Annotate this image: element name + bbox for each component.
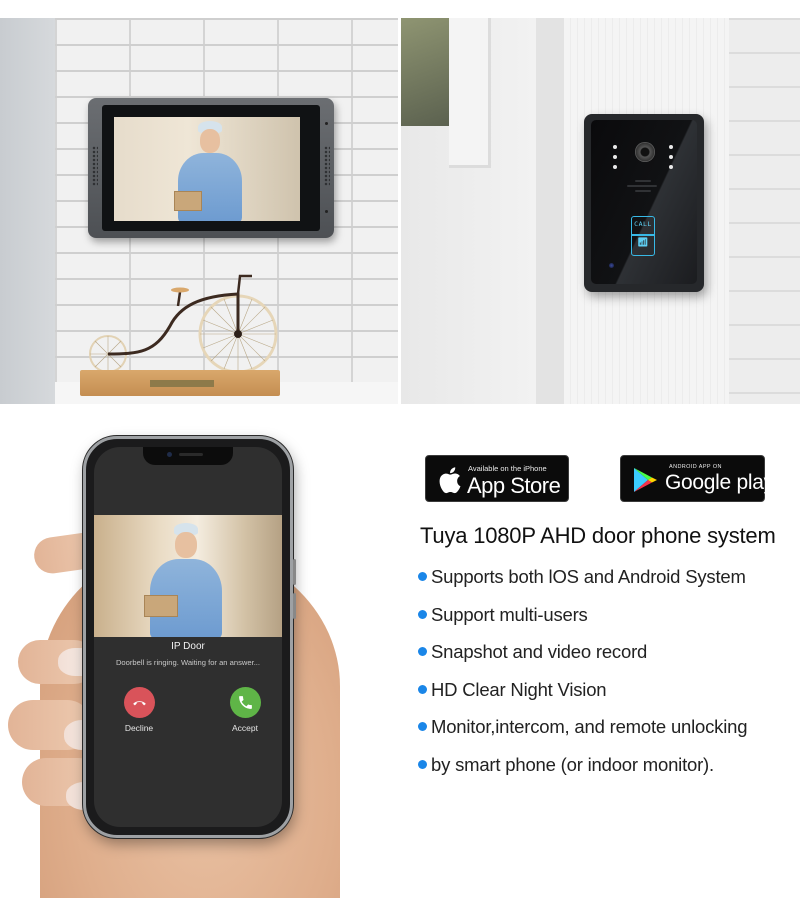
app-store-big-text: App Store [467, 473, 561, 498]
accept-label: Accept [232, 723, 258, 733]
product-title: Tuya 1080P AHD door phone system [420, 523, 776, 548]
indoor-monitor-photo [0, 18, 398, 404]
speaker-grille [627, 185, 657, 187]
bullet-dot [418, 722, 427, 731]
feature-text: HD Clear Night Vision [431, 678, 607, 700]
feature-item: Snapshot and video record [418, 639, 747, 677]
volume-button [293, 559, 296, 585]
ir-led [669, 165, 673, 169]
call-button-label: CALL [634, 220, 652, 228]
ir-led [669, 145, 673, 149]
call-button-divider [632, 234, 654, 236]
feature-item: Supports both lOS and Android System [418, 564, 747, 602]
indicator-dot [325, 210, 328, 213]
smartphone: IP Door Doorbell is ringing. Waiting for… [83, 436, 296, 838]
google-play-big-text: Google play [665, 471, 774, 494]
ir-led [669, 155, 673, 159]
bullet-dot [418, 684, 427, 694]
caller-name: IP Door [171, 641, 205, 652]
front-door [401, 18, 536, 404]
app-store-badge[interactable]: Available on the iPhone App Store [425, 455, 569, 502]
monitor-glass [102, 105, 320, 231]
doorbell-video-feed[interactable] [94, 515, 282, 637]
station-face: CALL 📶︎ [591, 120, 697, 284]
speaker-grille-left [92, 146, 98, 186]
wifi-rfid-icon: 📶︎ [637, 237, 649, 247]
google-play-badge[interactable]: ANDROID APP ON Google play [620, 455, 774, 502]
indicator-dot [325, 122, 328, 125]
apple-icon [439, 467, 461, 494]
side-brick-wall [729, 18, 800, 404]
feature-item: by smart phone (or indoor monitor). [418, 752, 747, 790]
play-triangle-icon [634, 468, 657, 492]
door-station-photo: CALL 📶︎ [401, 18, 800, 404]
phone-hangup-icon [133, 701, 146, 706]
outdoor-door-station: CALL 📶︎ [584, 114, 704, 292]
mic-grille [635, 180, 651, 182]
volume-button [293, 593, 296, 619]
ornament-base [80, 370, 280, 396]
bullet-dot [418, 759, 427, 769]
feature-text: Supports both lOS and Android System [431, 566, 746, 587]
ornament-plate [150, 380, 214, 387]
feature-text: by smart phone (or indoor monitor). [431, 753, 714, 775]
mic-grille [635, 190, 651, 192]
google-play-small-text: ANDROID APP ON [669, 464, 722, 470]
feature-item: Support multi-users [418, 602, 747, 640]
window-frame [449, 18, 491, 168]
call-status: Doorbell is ringing. Waiting for an answ… [115, 658, 261, 667]
phone-screen: IP Door Doorbell is ringing. Waiting for… [94, 447, 282, 827]
speaker-grille-right [324, 146, 330, 186]
feature-item: Monitor,intercom, and remote unlocking [418, 714, 748, 752]
bullet-dot [418, 647, 427, 656]
light-sensor [609, 263, 614, 268]
feature-list: Supports both lOS and Android System Sup… [418, 564, 748, 790]
delivery-person [144, 523, 224, 637]
door-window [401, 18, 449, 126]
feature-item: HD Clear Night Vision [418, 677, 747, 715]
feature-text: Monitor,intercom, and remote unlocking [431, 716, 748, 737]
app-store-small-text: Available on the iPhone [468, 464, 547, 473]
decline-button[interactable] [124, 687, 155, 718]
bullet-dot [418, 609, 427, 619]
camera-lens-icon [635, 142, 655, 162]
front-camera-icon [167, 452, 172, 457]
decline-label: Decline [124, 723, 154, 733]
delivery-person [174, 121, 244, 221]
accept-button[interactable] [230, 687, 261, 718]
ir-led [613, 145, 617, 149]
feature-text: Support multi-users [431, 603, 588, 625]
door-pillar [536, 18, 566, 404]
ir-led [613, 165, 617, 169]
call-button[interactable]: CALL 📶︎ [631, 216, 655, 256]
phone-notch [143, 447, 233, 465]
earpiece [179, 453, 203, 456]
indoor-monitor [88, 98, 334, 238]
monitor-screen-video [114, 117, 300, 221]
bicycle-ornament [80, 266, 310, 396]
bullet-dot [418, 572, 427, 581]
phone-answer-icon [239, 696, 252, 709]
side-wall [0, 18, 55, 404]
ir-led [613, 155, 617, 159]
feature-text: Snapshot and video record [431, 641, 648, 662]
